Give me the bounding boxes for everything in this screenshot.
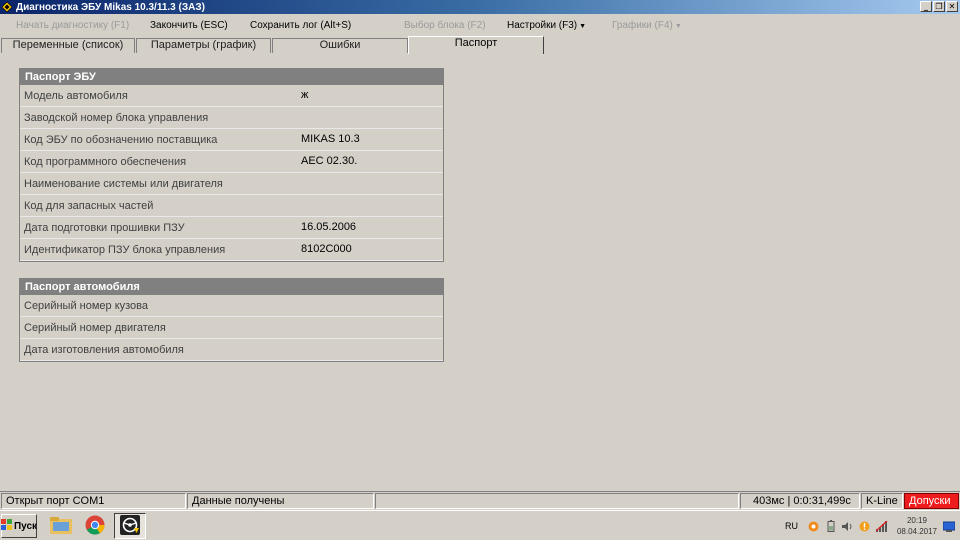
status-data: Данные получены xyxy=(187,493,374,509)
table-row: Наименование системы или двигателя xyxy=(20,173,443,195)
table-row: Дата изготовления автомобиля xyxy=(20,339,443,361)
table-row: Серийный номер кузова xyxy=(20,295,443,317)
select-block-button[interactable]: Выбор блока (F2) xyxy=(404,20,486,31)
start-button[interactable]: Пуск xyxy=(0,514,37,538)
table-row: Серийный номер двигателя xyxy=(20,317,443,339)
save-log-button[interactable]: Сохранить лог (Alt+S) xyxy=(250,20,351,31)
clock[interactable]: 20:19 08.04.2017 xyxy=(897,515,937,537)
tab-passport[interactable]: Паспорт xyxy=(408,36,544,54)
title-bar[interactable]: Диагностика ЭБУ Mikas 10.3/11.3 (ЗАЗ) _ … xyxy=(0,0,960,14)
chevron-down-icon: ▼ xyxy=(674,23,682,30)
table-row: Дата подготовки прошивки ПЗУ 16.05.2006 xyxy=(20,217,443,239)
status-port: Открыт порт COM1 xyxy=(1,493,186,509)
status-empty xyxy=(375,493,739,509)
network-icon[interactable] xyxy=(875,520,888,532)
orange-app-icon[interactable] xyxy=(808,520,820,532)
settings-menu[interactable]: Настройки (F3) ▼ xyxy=(507,20,586,31)
taskbar-diagnostics-app[interactable] xyxy=(114,513,146,539)
folder-icon xyxy=(50,516,72,537)
table-row: Идентификатор ПЗУ блока управления 8102C0… xyxy=(20,239,443,261)
table-row: Код ЭБУ по обозначению поставщика MIKAS 1… xyxy=(20,129,443,151)
language-indicator[interactable]: RU xyxy=(785,521,798,531)
ecu-passport-panel: Паспорт ЭБУ Модель автомобиля ж Заводской… xyxy=(19,68,444,262)
tab-variables-list[interactable]: Переменные (список) xyxy=(1,38,135,53)
system-tray: RU 20:19 08.04.2017 xyxy=(785,513,960,539)
status-tolerances-badge: Допуски xyxy=(904,493,959,509)
table-row: Код для запасных частей xyxy=(20,195,443,217)
status-bar: Открыт порт COM1 Данные получены 403мс |… xyxy=(0,491,960,509)
restore-button[interactable]: ❐ xyxy=(933,1,945,12)
chevron-down-icon: ▼ xyxy=(579,23,587,30)
start-diagnostics-button[interactable]: Начать диагностику (F1) xyxy=(16,20,129,31)
close-button[interactable]: ✕ xyxy=(946,1,958,12)
update-icon[interactable] xyxy=(859,520,871,532)
menu-bar: Начать диагностику (F1) Закончить (ESC) … xyxy=(0,16,960,36)
tab-errors[interactable]: Ошибки xyxy=(272,38,408,53)
table-row: Модель автомобиля ж xyxy=(20,85,443,107)
table-row: Заводской номер блока управления xyxy=(20,107,443,129)
show-desktop-icon[interactable] xyxy=(943,520,955,532)
taskbar-chrome[interactable] xyxy=(79,513,111,539)
tab-parameters-graph[interactable]: Параметры (график) xyxy=(136,38,271,53)
app-logo-icon xyxy=(2,2,12,12)
taskbar-explorer[interactable] xyxy=(45,513,77,539)
graphs-menu[interactable]: Графики (F4) ▼ xyxy=(612,20,682,31)
window-title: Диагностика ЭБУ Mikas 10.3/11.3 (ЗАЗ) xyxy=(16,1,205,13)
car-passport-title: Паспорт автомобиля xyxy=(20,279,443,295)
status-protocol: K-Line xyxy=(861,493,903,509)
windows-logo-icon xyxy=(0,519,12,533)
chrome-icon xyxy=(85,515,105,538)
volume-icon[interactable] xyxy=(841,520,854,532)
steering-wheel-icon xyxy=(120,514,140,538)
ecu-passport-title: Паспорт ЭБУ xyxy=(20,69,443,85)
taskbar: Пуск RU 20:19 08.04.2017 xyxy=(0,510,960,540)
minimize-button[interactable]: _ xyxy=(920,1,932,12)
status-timing: 403мс | 0:0:31,499с xyxy=(740,493,860,509)
finish-button[interactable]: Закончить (ESC) xyxy=(150,20,228,31)
car-passport-panel: Паспорт автомобиля Серийный номер кузова… xyxy=(19,278,444,362)
tab-strip: Переменные (список) Параметры (график) О… xyxy=(0,36,960,54)
table-row: Код программного обеспечения AEC 02.30. xyxy=(20,151,443,173)
battery-icon[interactable] xyxy=(825,520,837,532)
